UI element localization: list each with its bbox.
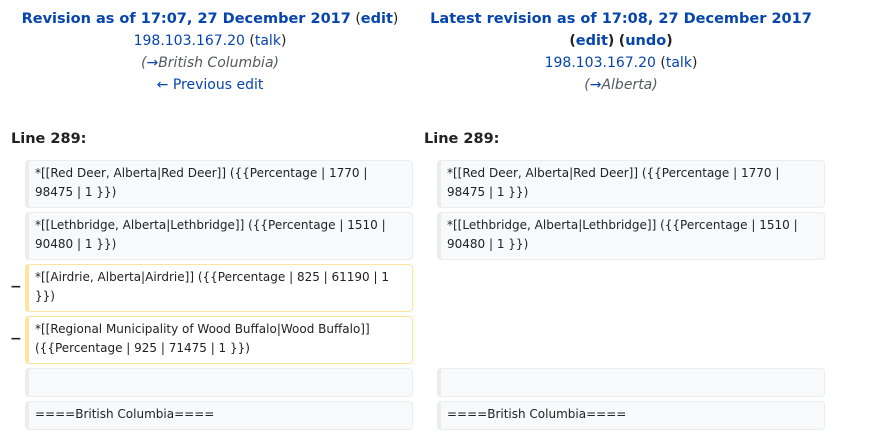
new-edit-summary: (→Alberta) xyxy=(584,77,658,93)
new-revision-header: Latest revision as of 17:08, 27 December… xyxy=(418,8,824,96)
new-summary-text: Alberta xyxy=(601,77,653,93)
removed-line-marker: − xyxy=(10,331,22,347)
old-context-line: *[[Lethbridge, Alberta|Lethbridge]] ({{P… xyxy=(25,212,413,260)
diff-text-line: 90480 | 1 }}) xyxy=(447,237,529,251)
diff-text-line: 98475 | 1 }}) xyxy=(35,185,117,199)
new-context-line: *[[Red Deer, Alberta|Red Deer]] ({{Perce… xyxy=(437,160,825,208)
undo-link[interactable]: undo xyxy=(625,33,666,49)
diff-text-line: ====British Columbia==== xyxy=(447,407,627,421)
new-context-line: ====British Columbia==== xyxy=(437,401,825,430)
diff-text-line: *[[Lethbridge, Alberta|Lethbridge]] ({{P… xyxy=(447,218,798,232)
removed-line: *[[Regional Municipality of Wood Buffalo… xyxy=(25,316,413,364)
diff-text-line: ====British Columbia==== xyxy=(35,407,215,421)
latest-revision-link[interactable]: Latest revision as of 17:08, 27 December… xyxy=(430,11,812,27)
new-summary-section-link[interactable]: → xyxy=(590,77,602,93)
old-revision-link[interactable]: Revision as of 17:07, 27 December 2017 xyxy=(22,11,351,27)
removed-line-marker: − xyxy=(10,279,22,295)
new-context-line: *[[Lethbridge, Alberta|Lethbridge]] ({{P… xyxy=(437,212,825,260)
diff-text-line: *[[Regional Municipality of Wood Buffalo… xyxy=(35,322,370,336)
new-blank-context-line xyxy=(437,368,825,397)
old-context-line: ====British Columbia==== xyxy=(25,401,413,430)
paren-close: ) xyxy=(392,11,399,27)
previous-edit-link[interactable]: ← Previous edit xyxy=(157,77,264,93)
diff-text-line: 98475 | 1 }}) xyxy=(447,185,529,199)
new-talk-link[interactable]: talk xyxy=(666,55,692,71)
old-edit-summary: (→British Columbia) xyxy=(140,55,279,71)
diff-text-line: *[[Red Deer, Alberta|Red Deer]] ({{Perce… xyxy=(447,166,780,180)
new-edit-link[interactable]: edit xyxy=(576,33,608,49)
old-context-line: *[[Red Deer, Alberta|Red Deer]] ({{Perce… xyxy=(25,160,413,208)
old-line-number: Line 289: xyxy=(11,131,87,147)
diff-text-line: *[[Airdrie, Alberta|Airdrie]] ({{Percent… xyxy=(35,270,389,284)
old-blank-context-line xyxy=(25,368,413,397)
old-summary-text: British Columbia xyxy=(158,55,274,71)
diff-text-line: 90480 | 1 }}) xyxy=(35,237,117,251)
new-user-link[interactable]: 198.103.167.20 xyxy=(545,55,656,71)
diff-text-line: *[[Lethbridge, Alberta|Lethbridge]] ({{P… xyxy=(35,218,386,232)
diff-text-line: ({{Percentage | 925 | 71475 | 1 }}) xyxy=(35,341,250,355)
old-revision-header: Revision as of 17:07, 27 December 2017 (… xyxy=(10,8,410,96)
old-talk-link[interactable]: talk xyxy=(255,33,281,49)
diff-text-line: }}) xyxy=(35,289,55,303)
old-edit-link[interactable]: edit xyxy=(361,11,393,27)
diff-text-line: *[[Red Deer, Alberta|Red Deer]] ({{Perce… xyxy=(35,166,368,180)
new-line-number: Line 289: xyxy=(424,131,500,147)
old-user-link[interactable]: 198.103.167.20 xyxy=(134,33,245,49)
old-summary-section-link[interactable]: → xyxy=(146,55,158,71)
removed-line: *[[Airdrie, Alberta|Airdrie]] ({{Percent… xyxy=(25,264,413,312)
